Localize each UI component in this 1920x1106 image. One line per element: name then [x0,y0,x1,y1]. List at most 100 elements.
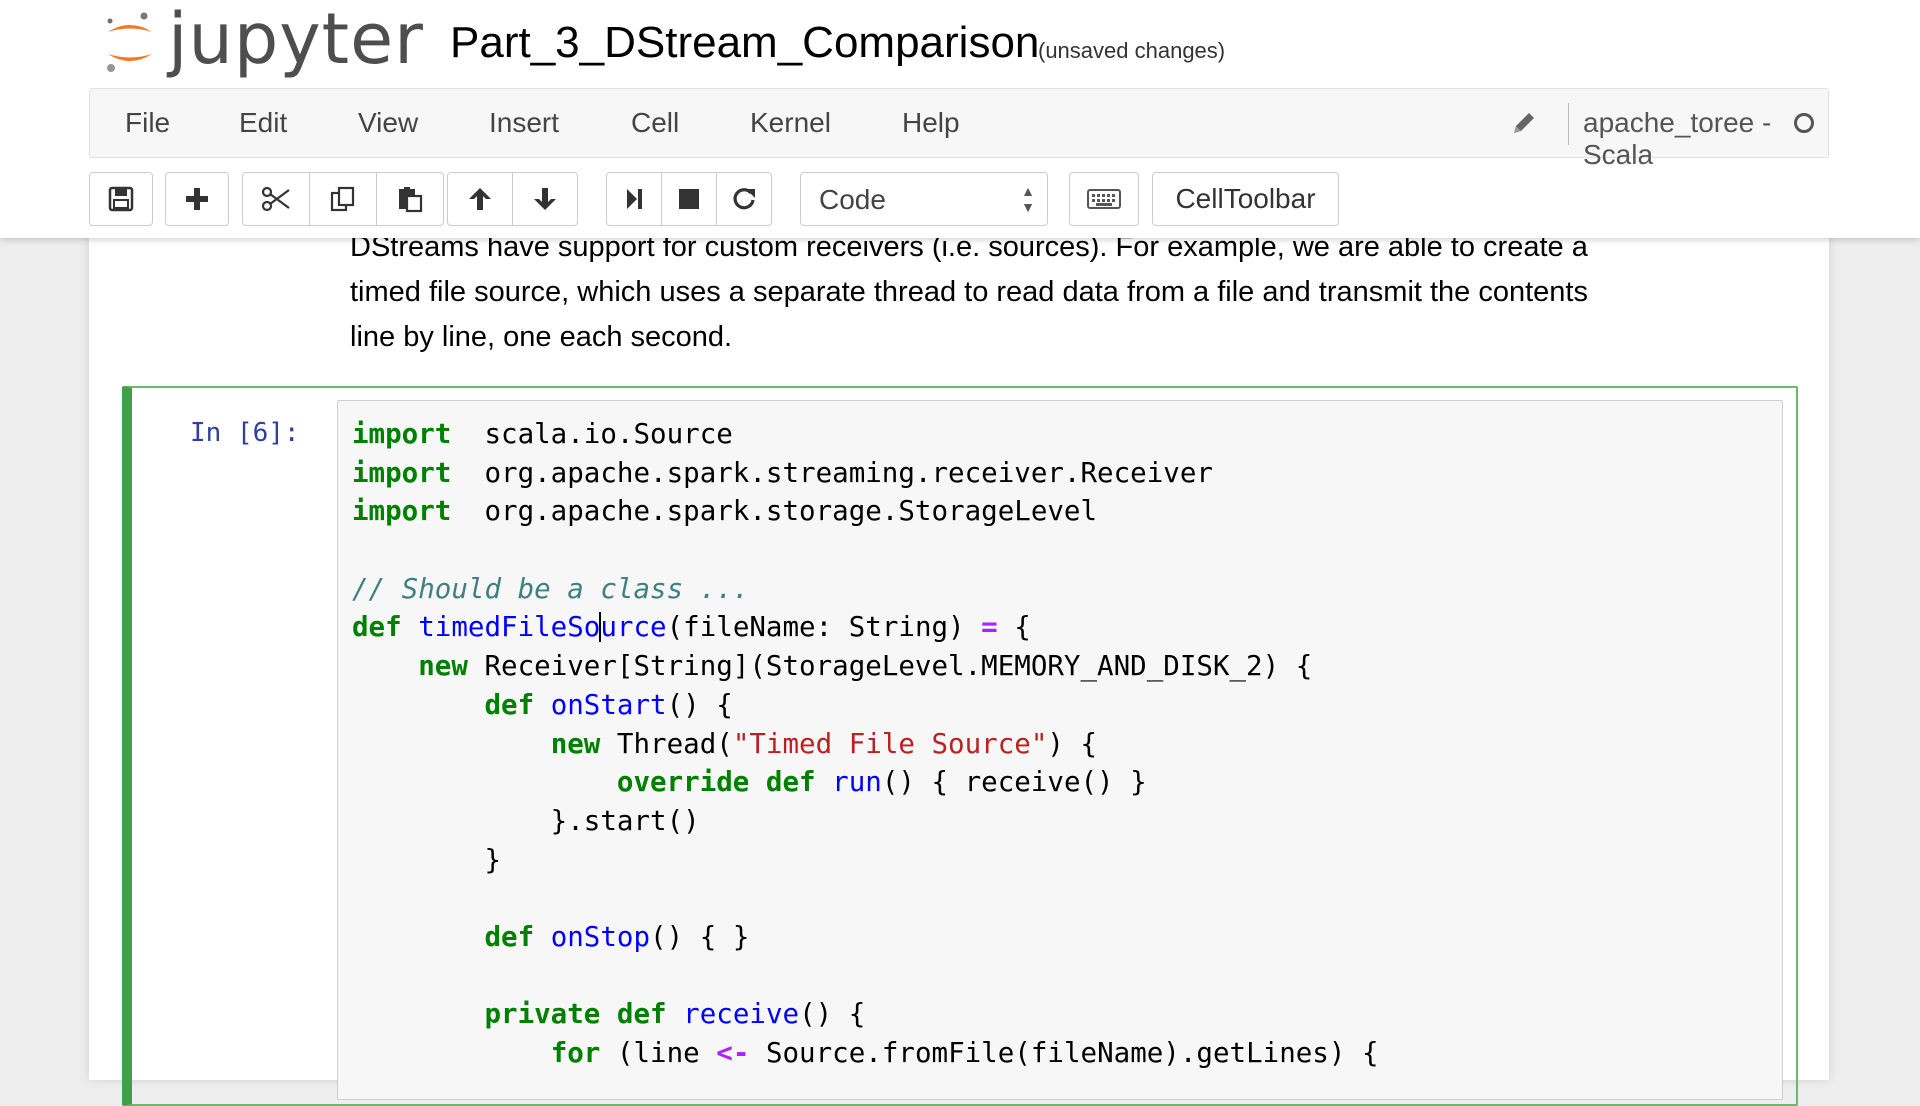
code-line: }.start() [352,802,1379,841]
code-line: for (line <- Source.fromFile(fileName).g… [352,1034,1379,1073]
code-line: def timedFileSource(fileName: String) = … [352,608,1379,647]
scissors-icon [261,186,290,212]
insert-cell-button[interactable] [165,172,229,226]
restart-kernel-button[interactable] [716,172,772,226]
kernel-status-circle-icon [1794,113,1814,133]
code-token: override [616,766,750,799]
code-token: org.apache.spark.streaming.receiver.Rece… [451,456,1213,489]
code-token: (line [600,1037,717,1069]
code-token: { [997,611,1031,644]
code-token: Receiver[String](StorageLevel.MEMORY_AND… [467,650,1313,683]
toolbar-group-save [89,172,153,226]
kernel-name[interactable]: apache_toree - Scala [1583,107,1828,171]
code-token: import [352,456,452,489]
code-token: Source.fromFile(fileName).getLines) { [749,1037,1379,1069]
code-token: () { } [650,920,750,953]
code-token: timedFileSo [418,611,601,644]
code-lines: import scala.io.Source import org.apache.… [352,415,1379,1073]
menu-help[interactable]: Help [902,107,960,139]
code-line: import org.apache.spark.streaming.receiv… [352,454,1379,493]
jupyter-logo[interactable]: jupyter [104,0,424,84]
code-token: def [484,688,535,721]
code-token: import [352,495,452,528]
code-token: // Should be a class ... [352,572,750,605]
menu-view[interactable]: View [358,107,418,139]
markdown-line: timed file source, which uses a separate… [350,276,1588,308]
restart-icon [733,188,755,210]
notebook-title[interactable]: Part_3_DStream_Comparison [450,18,1039,68]
stop-icon [679,189,699,209]
code-line: def onStop() { } [352,918,1379,957]
code-token: () { [666,688,733,721]
pencil-icon [1510,109,1538,144]
kernel-separator [1568,103,1569,145]
run-cell-button[interactable] [606,172,662,226]
cut-button[interactable] [242,172,310,226]
save-button[interactable] [89,172,153,226]
code-token: new [550,727,601,760]
code-token: () { [799,998,866,1031]
cell-type-value: Code [819,184,886,215]
move-up-button[interactable] [447,172,513,226]
toolbar-group-edit [242,172,444,226]
code-token: = [981,611,998,644]
code-line: // Should be a class ... [352,570,1379,609]
code-token: () { receive() } [881,766,1147,799]
toolbar-group-keyboard [1069,172,1139,226]
code-line: def onStart() { [352,686,1379,725]
menu-edit[interactable]: Edit [239,107,287,139]
paste-icon [399,187,423,213]
code-token: def [765,766,816,799]
markdown-cell[interactable]: DStreams have support for custom receive… [350,225,1770,360]
code-token: org.apache.spark.storage.StorageLevel [451,495,1098,528]
menu-cell[interactable]: Cell [631,107,679,139]
markdown-line: line by line, one each second. [350,321,733,353]
menubar: File Edit View Insert Cell Kernel Help a… [89,88,1829,170]
header: jupyter Part_3_DStream_Comparison (unsav… [0,0,1920,238]
copy-button[interactable] [309,172,377,226]
cell-type-select[interactable]: Code ▲ ▼ [800,172,1048,226]
menu-kernel[interactable]: Kernel [750,107,831,139]
code-line: } [352,841,1379,880]
toolbar-group-move [447,172,578,226]
move-down-button[interactable] [512,172,578,226]
arrow-up-icon [469,188,491,210]
save-icon [108,186,134,212]
plus-icon [186,188,208,210]
celltoolbar-button[interactable]: CellToolbar [1152,172,1339,226]
paste-button[interactable] [376,172,444,226]
command-palette-button[interactable] [1069,172,1139,226]
menu-file[interactable]: File [125,107,170,139]
run-icon [627,189,642,209]
save-status: (unsaved changes) [1038,38,1226,63]
code-token: new [418,650,468,683]
code-token: ) { [1047,727,1098,760]
code-line: import scala.io.Source [352,415,1379,454]
menu-insert[interactable]: Insert [489,107,559,139]
keyboard-icon [1087,189,1121,209]
code-token: Thread( [600,727,733,760]
code-line: import org.apache.spark.storage.StorageL… [352,492,1379,531]
code-token: private [484,998,601,1031]
code-line: override def run() { receive() } [352,763,1379,802]
code-token: for [550,1037,601,1069]
code-token: onStart [550,688,667,721]
interrupt-kernel-button[interactable] [661,172,717,226]
code-token: def [484,920,535,953]
select-arrows-icon: ▲ ▼ [1021,183,1035,215]
code-token: urce [600,611,667,644]
code-token: import [352,418,452,450]
code-token: (fileName: String) [666,611,982,644]
code-token: receive [683,998,800,1031]
